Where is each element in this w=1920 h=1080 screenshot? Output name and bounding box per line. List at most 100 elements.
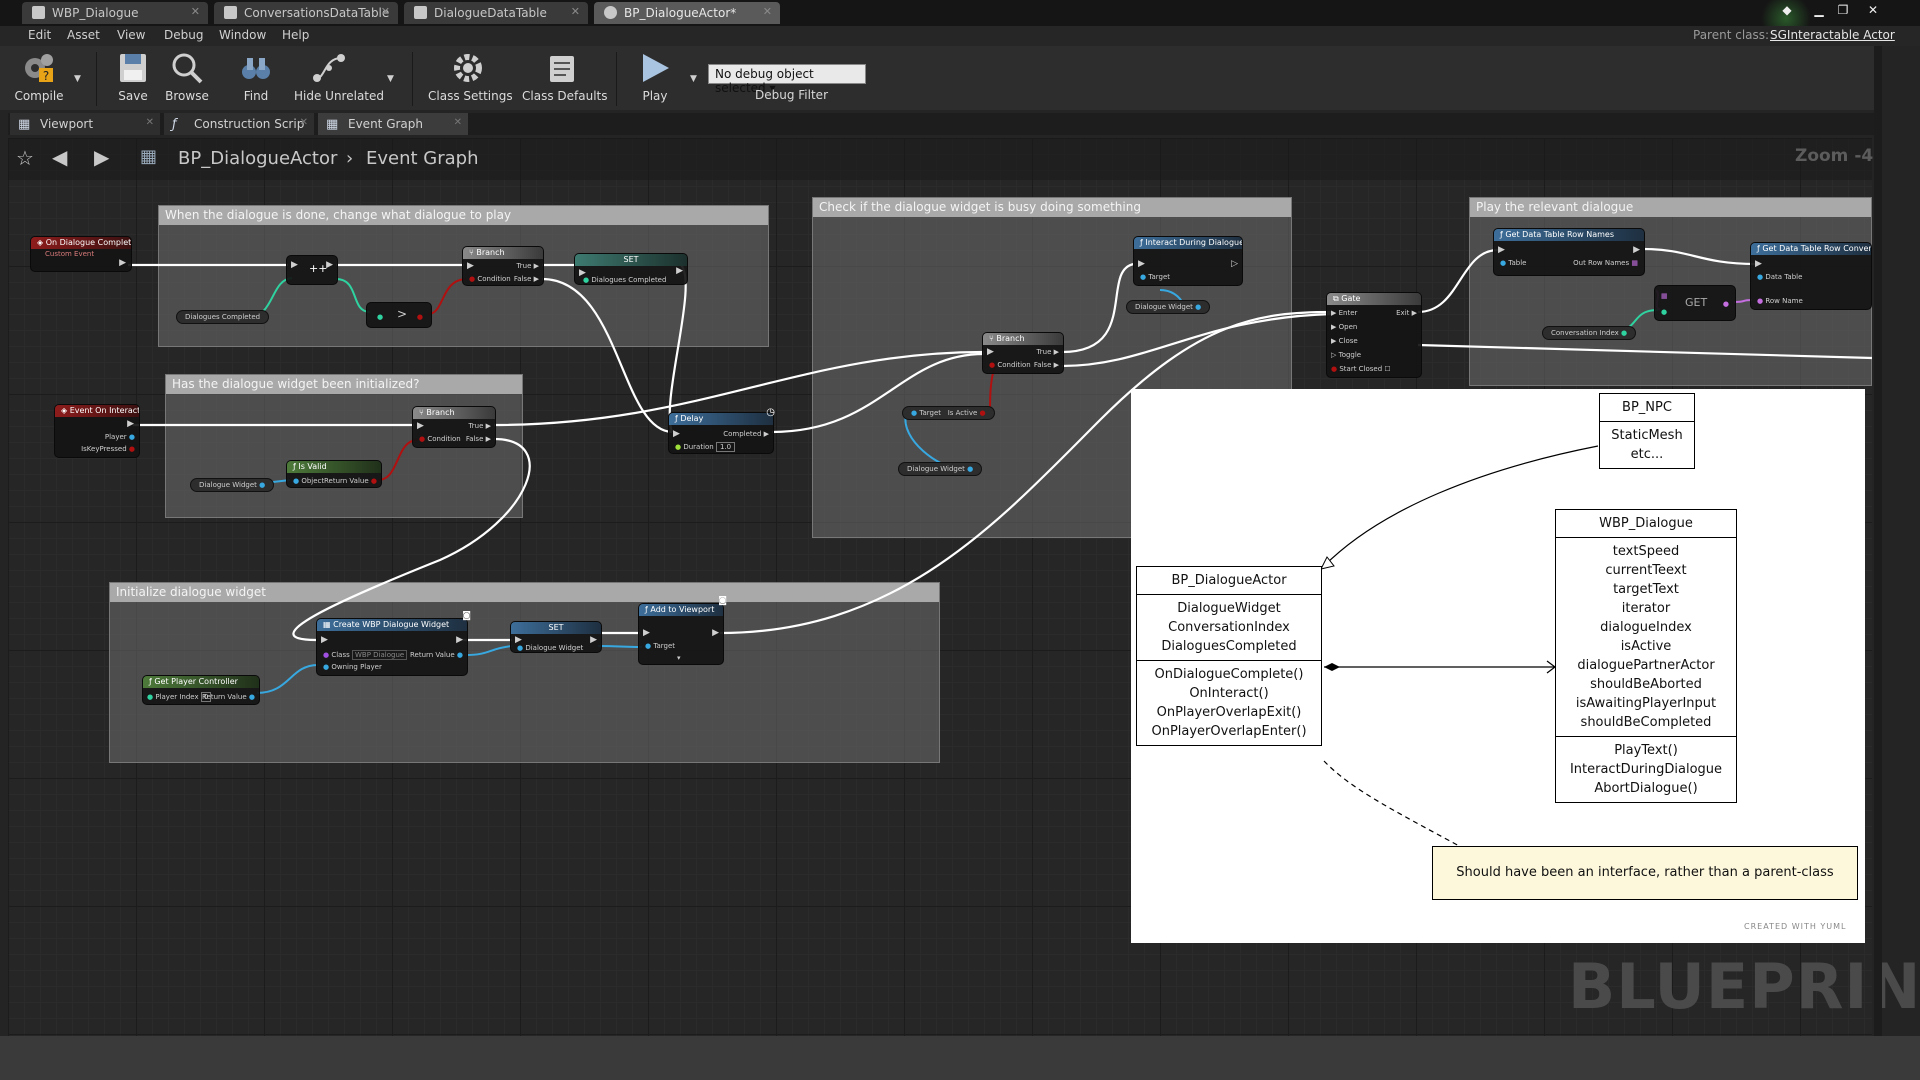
node-branch-widget-active[interactable]: ⑂ Branch ▶ ● Condition True ▶ False ▶ — [982, 332, 1064, 374]
exec-out-pin-icon[interactable]: ▶ — [1633, 245, 1640, 255]
int-in-pin-icon[interactable]: ● — [1661, 308, 1667, 316]
exec-in-pin-icon[interactable]: ▶ — [987, 347, 994, 357]
var-dialogue-widget[interactable]: Dialogue Widget ● — [190, 478, 275, 492]
exec-in-pin-icon[interactable]: ▶ — [467, 261, 474, 271]
var-dialogues-completed[interactable]: Dialogues Completed — [176, 310, 270, 324]
exec-in-pin-icon[interactable]: ▶ — [1138, 259, 1145, 269]
uml-note-link — [1323, 760, 1462, 848]
pin-label-close: Close — [1338, 337, 1358, 345]
pin-label-condition: Condition — [997, 361, 1031, 369]
exec-in-pin-icon[interactable]: ▶ — [321, 635, 328, 645]
node-event-on-interact[interactable]: ◈ Event On Interact ▶ Player ● IsKeyPres… — [54, 404, 140, 458]
bool-wire — [427, 278, 467, 315]
node-get-data-table-row-names[interactable]: ƒ Get Data Table Row Names ▶ ▶ ● Table O… — [1493, 228, 1645, 276]
node-gate[interactable]: ⧉ Gate ▶ Enter Exit ▶ ▶ Open ▶ Close ▷ T… — [1326, 292, 1422, 378]
node-title: ⑂ Branch — [463, 247, 543, 259]
pin-label-target: Target — [653, 642, 675, 650]
node-delay[interactable]: ƒ Delay ◷ ▶ Completed ▶ ● Duration 1.0 — [668, 407, 775, 454]
exec-out-pin-icon[interactable]: ▷ — [1231, 259, 1238, 269]
class-value[interactable]: WBP Dialogue — [352, 650, 408, 660]
pin-label-false: False — [513, 275, 532, 283]
uml-methods: OnDialogueComplete() OnInteract() OnPlay… — [1137, 660, 1321, 745]
node-get-is-active[interactable]: ● Target Is Active ● — [902, 406, 995, 420]
pin-label-player-index: Player Index — [155, 693, 199, 701]
breadcrumb: ☆ ◀ ▶ ▦ BP_DialogueActor › Event Graph — [8, 138, 1872, 180]
pin-label-completed: Completed — [723, 430, 762, 438]
exec-in-pin-icon[interactable]: ▶ — [417, 421, 424, 431]
node-title: ƒ Get Player Controller — [143, 676, 259, 688]
forward-arrow-icon[interactable]: ▶ — [94, 145, 109, 169]
exec-in-pin-icon[interactable]: ▶ — [1755, 259, 1762, 269]
uml-method: AbortDialogue() — [1594, 781, 1698, 796]
exec-in-pin-icon[interactable]: ▶ — [673, 429, 680, 439]
exec-out-pin-icon[interactable]: ▶ — [456, 635, 463, 645]
bool-out-pin-icon[interactable]: ● — [417, 313, 423, 321]
clock-icon: ◷ — [766, 407, 775, 418]
exec-in-pin-icon[interactable]: ▶ — [643, 628, 650, 638]
pin-label-object: Object — [301, 477, 325, 485]
node-branch-dialogue-done[interactable]: ⑂ Branch ▶ ● Condition True ▶ False ▶ — [462, 246, 544, 286]
node-array-get[interactable]: ▦ ● GET ● — [1654, 285, 1736, 321]
pin-label-exit: Exit — [1396, 309, 1410, 317]
var-label: Dialogue Widget — [199, 481, 257, 489]
node-title: ⑂ Branch — [983, 333, 1063, 345]
uml-note: Should have been an interface, rather th… — [1432, 846, 1858, 900]
pin-label-return-value: Return Value — [409, 651, 455, 659]
node-interact-during-dialogue[interactable]: ƒ Interact During Dialogue ▶ ▷ ● Target — [1133, 236, 1243, 286]
node-set-dialogues-completed[interactable]: SET ▶ ● Dialogues Completed ▶ — [574, 253, 688, 285]
breadcrumb-root[interactable]: BP_DialogueActor — [178, 148, 337, 169]
node-get-data-table-row-conversation[interactable]: ƒ Get Data Table Row Conversation ▶ ● Da… — [1750, 242, 1872, 310]
node-branch-widget-valid[interactable]: ⑂ Branch ▶ ● Condition True ▶ False ▶ — [412, 406, 496, 448]
duration-value[interactable]: 1.0 — [715, 442, 736, 452]
var-conversation-index[interactable]: Conversation Index ● — [1542, 326, 1637, 340]
var-dialogue-widget[interactable]: Dialogue Widget ● — [898, 462, 983, 476]
node-add-to-viewport[interactable]: ƒ Add to Viewport ◙ ▶ ▶ ● Target ▾ — [638, 596, 727, 665]
array-in-pin-icon[interactable]: ▦ — [1661, 292, 1668, 300]
exec-wire — [1417, 248, 1499, 314]
exec-out-pin-icon[interactable]: ▶ — [119, 258, 126, 268]
star-icon[interactable]: ☆ — [16, 146, 34, 170]
uml-attributes: StaticMesh etc... — [1600, 421, 1694, 468]
vertical-scrollbar[interactable] — [1874, 46, 1882, 1036]
exec-out-pin-icon[interactable]: ▶ — [676, 266, 683, 276]
exec-wire — [1061, 312, 1333, 368]
uml-attributes: textSpeed currentTeext targetText iterat… — [1556, 537, 1736, 736]
uml-method: OnDialogueComplete() — [1154, 667, 1304, 682]
node-get-player-controller[interactable]: ƒ Get Player Controller ● Player Index 0… — [142, 675, 260, 705]
pin-label-data-table: Data Table — [1765, 273, 1803, 281]
pin-label-is-active: Is Active — [947, 409, 978, 417]
uml-attribute: isActive — [1620, 639, 1672, 654]
int-wire — [335, 278, 371, 313]
uml-method: InteractDuringDialogue — [1569, 762, 1723, 777]
uml-class-bp-dialogue-actor: BP_DialogueActor DialogueWidget Conversa… — [1136, 566, 1322, 746]
chevron-down-icon[interactable]: ▾ — [677, 654, 681, 662]
pin-label-toggle: Toggle — [1338, 351, 1362, 359]
int-in-pin-icon[interactable]: ● — [377, 313, 383, 321]
node-title: ◈ Event On Interact — [55, 405, 139, 417]
zoom-level: Zoom -4 — [1795, 146, 1874, 166]
node-set-dialogue-widget[interactable]: SET ▶ ▶ ● Dialogue Widget — [510, 621, 602, 653]
exec-out-pin-icon[interactable]: ▶ — [712, 628, 719, 638]
pin-label-is-key-pressed: IsKeyPressed — [81, 445, 127, 453]
pin-label-player: Player — [104, 433, 127, 441]
node-is-valid[interactable]: ƒ Is Valid ● Object Return Value ● — [286, 460, 382, 488]
exec-out-pin-icon[interactable]: ▶ — [590, 635, 597, 645]
greater-than-icon: > — [397, 307, 408, 321]
node-greater-than[interactable]: ● > ● — [366, 302, 432, 328]
var-dialogue-widget[interactable]: Dialogue Widget ● — [1126, 300, 1211, 314]
uml-attribute: ConversationIndex — [1168, 620, 1290, 635]
node-increment[interactable]: ▶ ++ ▶ — [286, 255, 338, 285]
back-arrow-icon[interactable]: ◀ — [52, 145, 67, 169]
node-on-dialogue-complete[interactable]: ◈ On Dialogue Complete Custom Event ▶ — [30, 236, 132, 272]
name-out-pin-icon[interactable]: ● — [1723, 300, 1729, 308]
uml-method: PlayText() — [1614, 743, 1678, 758]
uml-attribute: iterator — [1621, 601, 1671, 616]
exec-out-pin-icon[interactable]: ▶ — [127, 419, 134, 429]
exec-in-pin-icon[interactable]: ▶ — [291, 260, 298, 270]
var-label: Dialogues Completed — [185, 313, 261, 321]
exec-in-pin-icon[interactable]: ▶ — [1498, 245, 1505, 255]
uml-diagram-overlay: BP_NPC StaticMesh etc... BP_DialogueActo… — [1131, 389, 1865, 943]
exec-out-pin-icon[interactable]: ▶ — [326, 260, 333, 270]
node-create-widget[interactable]: ▦ Create WBP Dialogue Widget ◙ ▶ ▶ ● Cla… — [316, 611, 471, 676]
breadcrumb-separator-icon: › — [346, 148, 354, 169]
